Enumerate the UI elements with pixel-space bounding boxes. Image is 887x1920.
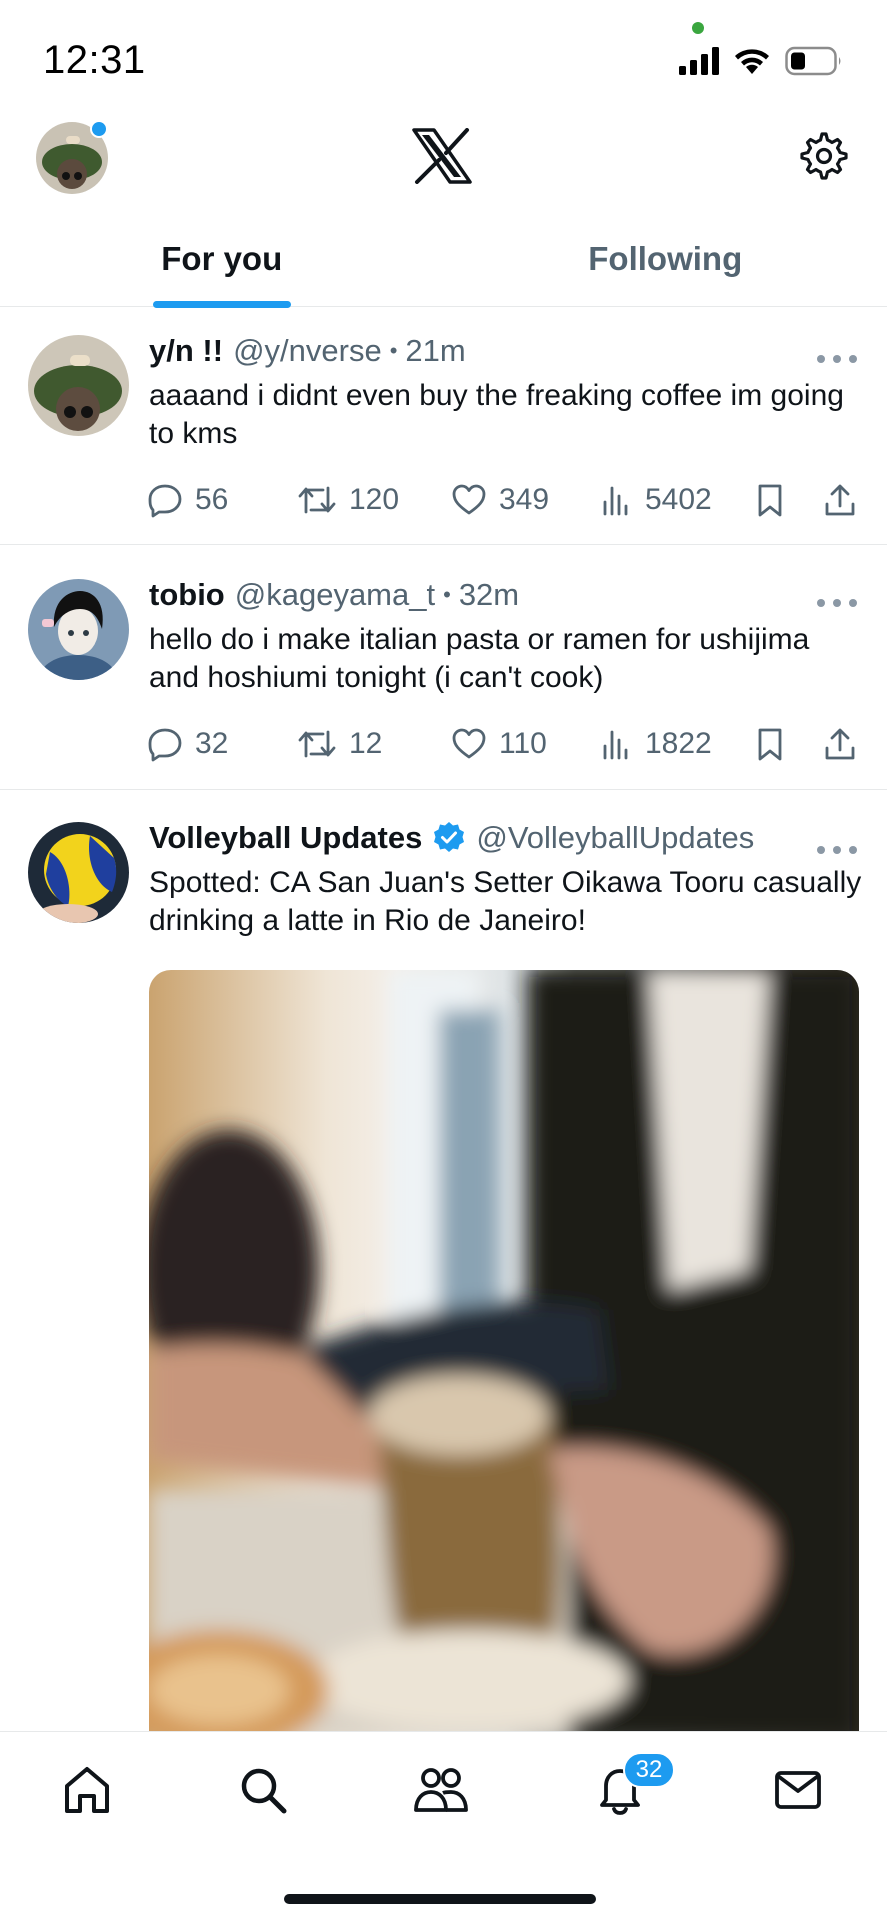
retweet-icon: [298, 486, 336, 514]
share-icon: [825, 728, 855, 760]
bookmark-icon: [758, 484, 782, 517]
share-button[interactable]: [823, 726, 869, 762]
more-options-icon[interactable]: [817, 349, 857, 369]
avatar[interactable]: [28, 579, 129, 680]
view-count: 5402: [645, 483, 712, 516]
reply-icon: [148, 484, 182, 518]
feed-tabs: For you Following: [0, 230, 887, 308]
tab-following[interactable]: Following: [444, 230, 887, 306]
mail-icon: [775, 1771, 821, 1809]
tab-for-you[interactable]: For you: [0, 230, 444, 308]
analytics-icon: [603, 486, 628, 516]
tweet-text: hello do i make italian pasta or ramen f…: [149, 623, 810, 694]
more-options-icon[interactable]: [817, 840, 857, 860]
battery-icon: [785, 46, 841, 76]
bottom-navigation: 32: [0, 1731, 887, 1920]
reply-button[interactable]: 56: [147, 482, 228, 518]
retweet-button[interactable]: 12: [297, 726, 382, 762]
share-button[interactable]: [823, 482, 869, 518]
x-logo-icon[interactable]: [412, 128, 472, 184]
reply-count: 32: [195, 727, 229, 760]
bookmark-button[interactable]: [755, 726, 797, 762]
retweet-count: 120: [349, 483, 400, 516]
home-icon: [65, 1767, 109, 1813]
timestamp[interactable]: 32m: [459, 577, 519, 613]
retweet-icon: [298, 730, 336, 758]
search-icon: [241, 1768, 287, 1814]
tweet[interactable]: y/n !! @y/nverse • 21m aaaand i didnt ev…: [0, 307, 887, 545]
tweet-text: Spotted: CA San Juan's Setter Oikawa Too…: [149, 866, 862, 937]
cellular-signal-icon: [679, 47, 719, 75]
nav-home[interactable]: [57, 1760, 117, 1820]
retweet-count: 12: [349, 727, 383, 760]
separator-dot: •: [389, 338, 398, 363]
gear-icon[interactable]: [798, 130, 850, 182]
heart-icon: [452, 484, 486, 515]
nav-search[interactable]: [233, 1760, 293, 1820]
display-name[interactable]: tobio: [149, 577, 225, 613]
reply-icon: [148, 728, 182, 762]
tab-label: Following: [588, 240, 743, 277]
nav-communities[interactable]: [411, 1760, 471, 1820]
notification-count-badge: 32: [623, 1752, 675, 1788]
wifi-icon: [735, 49, 769, 74]
handle[interactable]: @VolleyballUpdates: [476, 820, 754, 856]
handle[interactable]: @kageyama_t: [235, 577, 435, 613]
nav-messages[interactable]: [768, 1760, 828, 1820]
communities-icon: [414, 1768, 468, 1812]
top-header: [0, 110, 887, 230]
avatar[interactable]: [28, 335, 129, 436]
heart-icon: [452, 728, 486, 759]
display-name[interactable]: y/n !!: [149, 333, 223, 369]
like-count: 349: [499, 483, 550, 516]
tweet-text: aaaand i didnt even buy the freaking cof…: [149, 379, 844, 450]
analytics-icon: [603, 730, 628, 760]
privacy-indicator-dot: [692, 22, 704, 34]
reply-count: 56: [195, 483, 229, 516]
tweet-header: Volleyball Updates @VolleyballUpdates: [149, 820, 754, 856]
tweet-header: tobio @kageyama_t • 32m: [149, 577, 519, 613]
separator-dot: •: [443, 582, 451, 607]
status-bar: 12:31: [0, 0, 887, 110]
tweet-actions: 32 12 110 1822: [147, 726, 859, 766]
notification-dot: [90, 120, 108, 138]
handle[interactable]: @y/nverse: [233, 333, 382, 369]
tweet[interactable]: tobio @kageyama_t • 32m hello do i make …: [0, 545, 887, 790]
like-button[interactable]: 110: [451, 726, 547, 762]
views-button[interactable]: 1822: [601, 726, 712, 762]
verified-badge-icon: [434, 822, 465, 852]
reply-button[interactable]: 32: [147, 726, 228, 762]
share-icon: [825, 484, 855, 516]
like-button[interactable]: 349: [451, 482, 549, 518]
status-icons: [679, 46, 843, 76]
home-indicator[interactable]: [284, 1894, 596, 1904]
bookmark-icon: [758, 728, 782, 761]
tab-label: For you: [161, 240, 283, 277]
tweet-actions: 56 120 349 5402: [147, 482, 859, 522]
tweet-media-image[interactable]: [149, 970, 859, 1740]
tweet-header: y/n !! @y/nverse • 21m: [149, 333, 466, 369]
display-name[interactable]: Volleyball Updates: [149, 820, 422, 856]
view-count: 1822: [645, 727, 712, 760]
more-options-icon[interactable]: [817, 593, 857, 613]
timestamp[interactable]: 21m: [405, 333, 465, 369]
retweet-button[interactable]: 120: [297, 482, 399, 518]
views-button[interactable]: 5402: [601, 482, 712, 518]
like-count: 110: [499, 727, 547, 760]
status-time: 12:31: [43, 38, 146, 82]
bookmark-button[interactable]: [755, 482, 797, 518]
avatar[interactable]: [28, 822, 129, 923]
